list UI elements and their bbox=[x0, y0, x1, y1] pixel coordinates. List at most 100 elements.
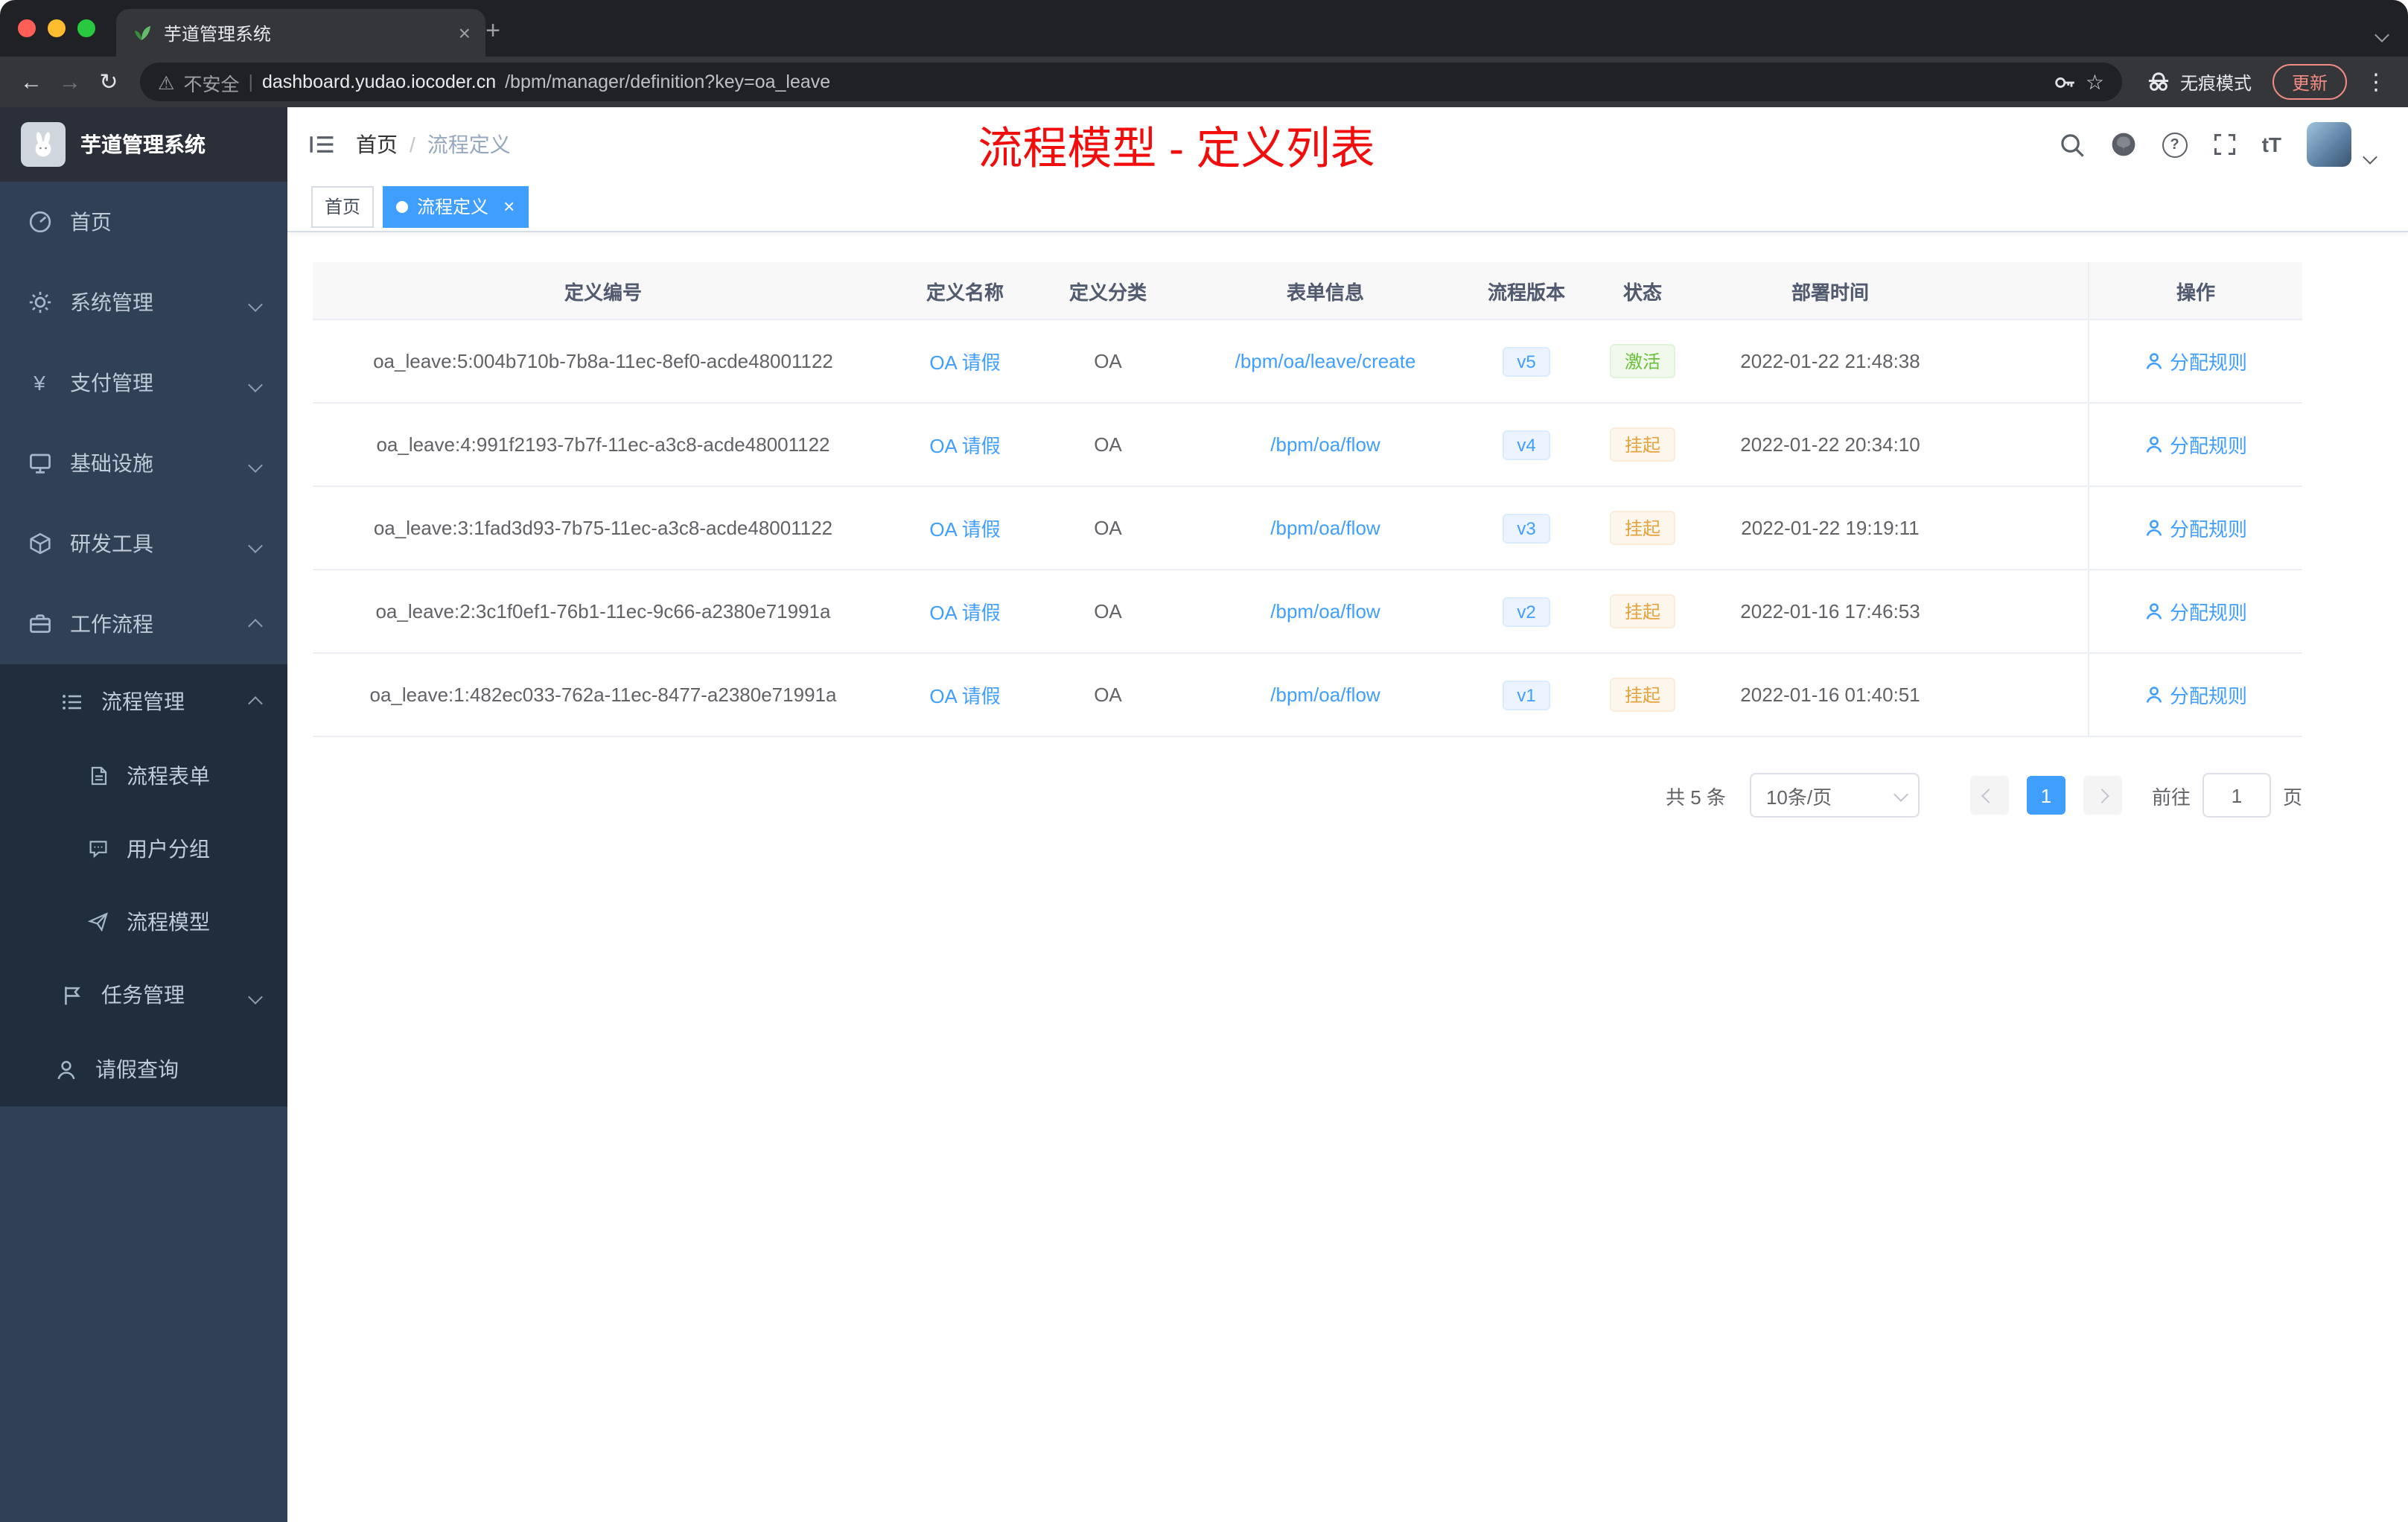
version-badge: v3 bbox=[1502, 513, 1551, 543]
assign-rule-link[interactable]: 分配规则 bbox=[2144, 597, 2247, 625]
back-icon[interactable]: ← bbox=[12, 63, 51, 101]
sidebar-item-label: 工作流程 bbox=[70, 612, 153, 636]
user-icon bbox=[54, 1058, 77, 1080]
tags-view-bar: 首页 流程定义 × bbox=[287, 182, 2408, 232]
definition-name-link[interactable]: OA 请假 bbox=[929, 430, 1000, 459]
pagination: 共 5 条 10条/页 1 前往 页 bbox=[313, 773, 2302, 818]
logo-avatar bbox=[21, 122, 66, 167]
tab-search-icon[interactable] bbox=[2374, 21, 2389, 48]
sidebar-item-user-group[interactable]: 用户分组 bbox=[0, 812, 287, 885]
definition-name-link[interactable]: OA 请假 bbox=[929, 597, 1000, 625]
version-badge: v2 bbox=[1502, 596, 1551, 626]
definition-id: oa_leave:1:482ec033-762a-11ec-8477-a2380… bbox=[369, 684, 837, 706]
tag-home[interactable]: 首页 bbox=[311, 185, 375, 227]
sidebar-logo[interactable]: 芋道管理系统 bbox=[0, 107, 287, 182]
help-icon[interactable]: ? bbox=[2162, 132, 2188, 157]
form-link[interactable]: /bpm/oa/flow bbox=[1270, 517, 1380, 539]
key-icon[interactable] bbox=[2054, 71, 2077, 93]
next-page-button[interactable] bbox=[2083, 776, 2122, 815]
sidebar-item-process-mgmt[interactable]: 流程管理 bbox=[0, 664, 287, 739]
form-link[interactable]: /bpm/oa/flow bbox=[1270, 433, 1380, 456]
breadcrumb: 首页 / 流程定义 bbox=[356, 130, 511, 159]
sidebar-item-home[interactable]: 首页 bbox=[0, 182, 287, 262]
user-avatar[interactable] bbox=[2307, 122, 2351, 167]
sidebar-item-process-model[interactable]: 流程模型 bbox=[0, 885, 287, 958]
table-row: oa_leave:1:482ec033-762a-11ec-8477-a2380… bbox=[313, 654, 2302, 737]
sidebar-item-label: 流程表单 bbox=[127, 763, 210, 787]
definition-category: OA bbox=[1094, 684, 1122, 706]
browser-menu-icon[interactable]: ⋮ bbox=[2356, 69, 2396, 95]
page-unit-label: 页 bbox=[2282, 786, 2302, 808]
assign-rule-link[interactable]: 分配规则 bbox=[2144, 430, 2247, 459]
gear-icon bbox=[27, 290, 52, 314]
chevron-down-icon bbox=[1893, 786, 1908, 801]
workflow-submenu: 流程管理 流程表单 用户分组 流程模型 任务管理 请假查询 bbox=[0, 664, 287, 1107]
sidebar-item-task-mgmt[interactable]: 任务管理 bbox=[0, 958, 287, 1032]
fullscreen-icon[interactable] bbox=[2213, 133, 2237, 156]
page-annotation: 流程模型 - 定义列表 bbox=[978, 125, 1375, 174]
deploy-time: 2022-01-22 20:34:10 bbox=[1740, 433, 1920, 456]
breadcrumb-home[interactable]: 首页 bbox=[356, 130, 398, 159]
avatar-caret-icon[interactable] bbox=[2363, 143, 2377, 170]
definition-category: OA bbox=[1094, 350, 1122, 372]
definition-name-link[interactable]: OA 请假 bbox=[929, 681, 1000, 709]
tab-close-icon[interactable]: × bbox=[459, 21, 471, 45]
window-close-button[interactable] bbox=[18, 19, 36, 37]
top-navbar: 首页 / 流程定义 流程模型 - 定义列表 ? tT bbox=[287, 107, 2408, 182]
form-link[interactable]: /bpm/oa/flow bbox=[1270, 684, 1380, 706]
col-header: 定义编号 bbox=[564, 281, 642, 303]
new-tab-button[interactable]: + bbox=[474, 12, 512, 51]
incognito-icon bbox=[2146, 69, 2171, 95]
sidebar-item-label: 流程管理 bbox=[101, 690, 185, 713]
address-bar[interactable]: ⚠ 不安全 | dashboard.yudao.iocoder.cn/bpm/m… bbox=[140, 63, 2122, 101]
assign-rule-link[interactable]: 分配规则 bbox=[2144, 514, 2247, 542]
action-label: 分配规则 bbox=[2169, 518, 2247, 541]
sidebar-item-devtools[interactable]: 研发工具 bbox=[0, 503, 287, 584]
definition-name-link[interactable]: OA 请假 bbox=[929, 514, 1000, 542]
sidebar-item-payment[interactable]: ¥ 支付管理 bbox=[0, 343, 287, 423]
reload-icon[interactable]: ↻ bbox=[89, 63, 128, 101]
action-label: 分配规则 bbox=[2169, 602, 2247, 624]
form-link[interactable]: /bpm/oa/leave/create bbox=[1235, 350, 1416, 372]
col-header: 流程版本 bbox=[1487, 281, 1565, 303]
sidebar-item-infrastructure[interactable]: 基础设施 bbox=[0, 423, 287, 503]
sidebar-item-leave-query[interactable]: 请假查询 bbox=[0, 1032, 287, 1107]
sidebar-item-process-form[interactable]: 流程表单 bbox=[0, 739, 287, 812]
sidebar-item-label: 基础设施 bbox=[70, 451, 153, 475]
font-size-icon[interactable]: tT bbox=[2262, 133, 2281, 156]
assign-rule-link[interactable]: 分配规则 bbox=[2144, 681, 2247, 709]
tag-close-icon[interactable]: × bbox=[503, 195, 515, 217]
status-badge: 激活 bbox=[1609, 344, 1675, 378]
window-controls bbox=[18, 19, 95, 37]
action-label: 分配规则 bbox=[2169, 685, 2247, 707]
deploy-time: 2022-01-22 19:19:11 bbox=[1741, 517, 1920, 539]
page-number-1[interactable]: 1 bbox=[2026, 776, 2065, 815]
security-label: 不安全 bbox=[183, 74, 240, 95]
forward-icon[interactable]: → bbox=[51, 63, 89, 101]
table-header: 定义编号 定义名称 定义分类 表单信息 流程版本 状态 部署时间 操作 bbox=[313, 262, 2302, 320]
sidebar-item-label: 流程模型 bbox=[127, 909, 210, 933]
window-zoom-button[interactable] bbox=[77, 19, 95, 37]
screen: 芋道管理系统 × + ← → ↻ ⚠ 不安全 | dashboard.yudao… bbox=[0, 0, 2408, 1522]
page-size-select[interactable]: 10条/页 bbox=[1749, 773, 1920, 818]
browser-tab[interactable]: 芋道管理系统 × bbox=[116, 9, 485, 57]
sidebar-toggle-icon[interactable] bbox=[287, 131, 356, 158]
chevron-down-icon bbox=[248, 290, 263, 314]
search-icon[interactable] bbox=[2060, 132, 2085, 157]
github-icon[interactable] bbox=[2110, 131, 2137, 158]
page-jump-input[interactable] bbox=[2202, 773, 2271, 818]
url-host: dashboard.yudao.iocoder.cn bbox=[261, 71, 497, 92]
bookmark-star-icon[interactable]: ☆ bbox=[2086, 69, 2104, 95]
sidebar-item-system[interactable]: 系统管理 bbox=[0, 262, 287, 343]
form-link[interactable]: /bpm/oa/flow bbox=[1270, 600, 1380, 623]
sidebar-item-workflow[interactable]: 工作流程 bbox=[0, 584, 287, 664]
window-minimize-button[interactable] bbox=[48, 19, 66, 37]
tag-process-definition[interactable]: 流程定义 × bbox=[383, 185, 529, 227]
incognito-label: 无痕模式 bbox=[2179, 72, 2252, 93]
definition-id: oa_leave:3:1fad3d93-7b75-11ec-a3c8-acde4… bbox=[373, 517, 833, 539]
prev-page-button[interactable] bbox=[1969, 776, 2009, 815]
definition-name-link[interactable]: OA 请假 bbox=[929, 347, 1000, 375]
update-button[interactable]: 更新 bbox=[2272, 64, 2347, 100]
assign-rule-link[interactable]: 分配规则 bbox=[2144, 347, 2247, 375]
tab-title: 芋道管理系统 bbox=[164, 23, 272, 44]
